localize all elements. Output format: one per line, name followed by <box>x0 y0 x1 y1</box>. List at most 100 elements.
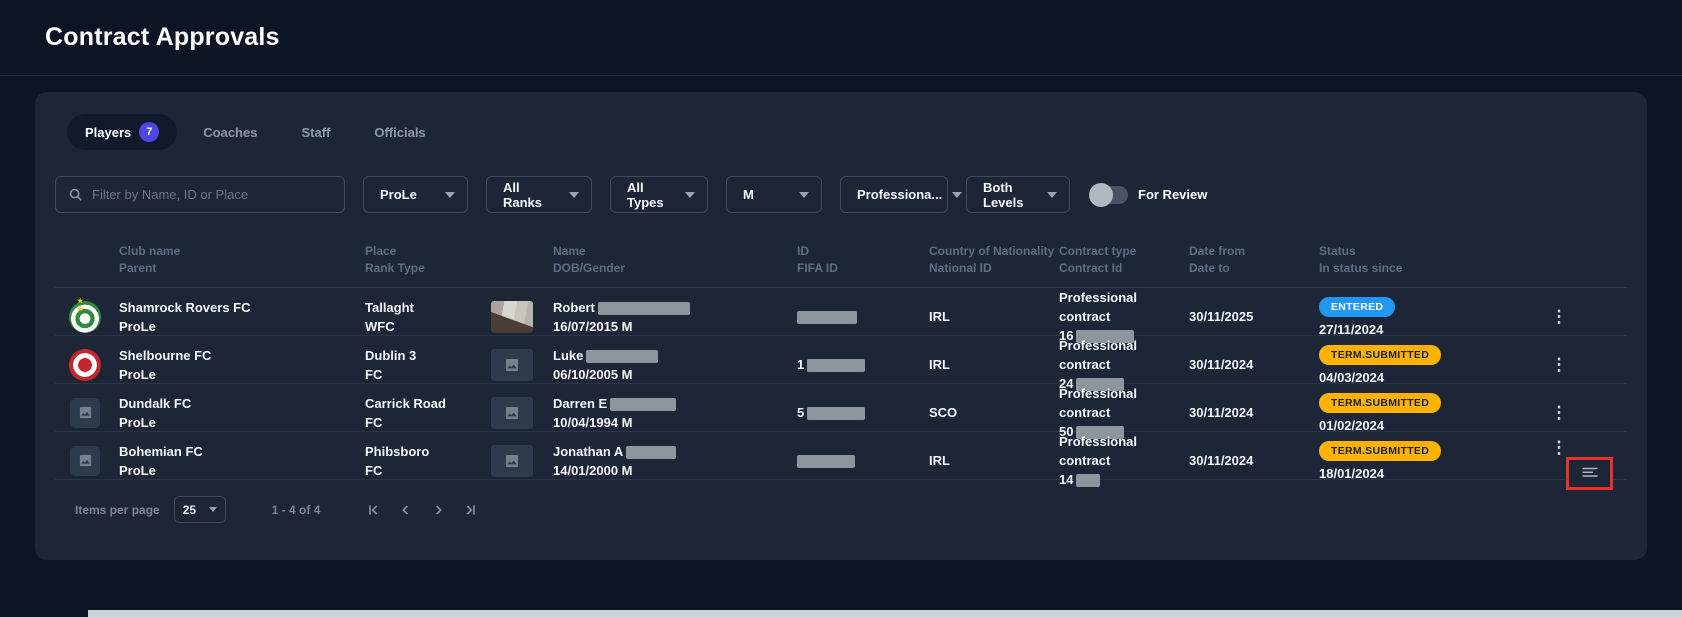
items-per-page-select[interactable]: 25 <box>174 496 226 523</box>
col-club: Club nameParent <box>119 243 365 277</box>
table-row[interactable]: Bohemian FCProLe PhibsboroFC Jonathan A 1… <box>55 432 1627 480</box>
table-row[interactable]: Shelbourne FCProLe Dublin 3FC Luke06/10/… <box>55 336 1627 384</box>
shamrock-rovers-crest <box>69 301 101 333</box>
place: Carrick Road <box>365 394 491 413</box>
row-menu-icon[interactable]: ⋮ <box>1551 356 1568 373</box>
tab-players-label: Players <box>85 125 131 140</box>
redaction-box <box>1076 474 1100 487</box>
ranks-dropdown[interactable]: All Ranks <box>486 176 592 213</box>
tab-staff[interactable]: Staff <box>283 117 348 148</box>
items-per-page-value: 25 <box>183 503 196 517</box>
for-review-toggle[interactable] <box>1090 186 1128 204</box>
pagination-range: 1 - 4 of 4 <box>272 503 321 517</box>
dob-gender: 16/07/2015 M <box>553 317 797 336</box>
redaction-box <box>610 398 676 411</box>
rank-type: FC <box>365 365 491 384</box>
redaction-box <box>598 302 690 315</box>
pagination-bar: Items per page 25 1 - 4 of 4 <box>75 496 1627 523</box>
rank-type: FC <box>365 461 491 480</box>
parent-league: ProLe <box>119 413 365 432</box>
club-name: Bohemian FC <box>119 442 365 461</box>
dob-gender: 10/04/1994 M <box>553 413 797 432</box>
last-page-icon[interactable] <box>462 502 478 518</box>
tab-officials[interactable]: Officials <box>356 117 443 148</box>
tab-officials-label: Officials <box>374 125 425 140</box>
col-id: IDFIFA ID <box>797 243 929 277</box>
table-row[interactable]: Shamrock Rovers FCProLe TallaghtWFC Robe… <box>55 288 1627 336</box>
tab-coaches[interactable]: Coaches <box>185 117 275 148</box>
club-name: Dundalk FC <box>119 394 365 413</box>
annotation-highlight-box[interactable] <box>1566 457 1613 490</box>
rank-type: FC <box>365 413 491 432</box>
ranks-dropdown-value: All Ranks <box>503 180 559 210</box>
tab-players[interactable]: Players 7 <box>67 114 177 150</box>
search-input[interactable] <box>92 187 332 202</box>
date-from: 30/11/2024 <box>1189 453 1319 468</box>
items-per-page-label: Items per page <box>75 503 160 517</box>
photo-placeholder-icon <box>491 445 533 477</box>
page-title: Contract Approvals <box>45 23 280 52</box>
chevron-down-icon <box>569 192 579 198</box>
place: Phibsboro <box>365 442 491 461</box>
table-header: Club nameParent PlaceRank Type NameDOB/G… <box>55 243 1627 288</box>
types-dropdown[interactable]: All Types <box>610 176 708 213</box>
table-row[interactable]: Dundalk FCProLe Carrick RoadFC Darren E 1… <box>55 384 1627 432</box>
date-from: 30/11/2024 <box>1189 405 1319 420</box>
levels-dropdown-value: Both Levels <box>983 180 1037 210</box>
notes-icon[interactable] <box>1581 466 1599 480</box>
types-dropdown-value: All Types <box>627 180 675 210</box>
chevron-down-icon <box>952 192 962 198</box>
club-placeholder-icon <box>70 398 100 428</box>
dob-gender: 14/01/2000 M <box>553 461 797 480</box>
levels-dropdown[interactable]: Both Levels <box>966 176 1070 213</box>
col-name: NameDOB/Gender <box>553 243 797 277</box>
shelbourne-crest <box>69 349 101 381</box>
row-menu-icon[interactable]: ⋮ <box>1551 308 1568 325</box>
parent-league: ProLe <box>119 317 365 336</box>
contract-type: Professional contract <box>1059 288 1189 326</box>
fifa-id: 1 <box>797 357 804 372</box>
chevron-down-icon <box>799 192 809 198</box>
gender-dropdown[interactable]: M <box>726 176 822 213</box>
country: SCO <box>929 405 1059 420</box>
col-country: Country of NationalityNational ID <box>929 243 1059 277</box>
club-placeholder-icon <box>70 446 100 476</box>
player-name: Darren E <box>553 396 607 411</box>
redaction-box <box>807 407 865 420</box>
for-review-label: For Review <box>1138 187 1207 202</box>
player-name: Luke <box>553 348 583 363</box>
row-menu-icon[interactable]: ⋮ <box>1551 404 1568 421</box>
search-box[interactable] <box>55 176 345 213</box>
for-review-toggle-wrap: For Review <box>1090 186 1207 204</box>
player-name: Robert <box>553 300 595 315</box>
bottom-scroll-strip <box>88 610 1682 617</box>
gender-dropdown-value: M <box>743 187 754 202</box>
contract-type-dropdown-value: Professiona... <box>857 187 942 202</box>
rank-type: WFC <box>365 317 491 336</box>
next-page-icon[interactable] <box>430 502 446 518</box>
col-status: StatusIn status since <box>1319 243 1491 277</box>
contract-type: Professional contract <box>1059 384 1189 422</box>
status-badge: TERM.SUBMITTED <box>1319 393 1441 413</box>
filter-bar: ProLe All Ranks All Types M Professiona.… <box>55 176 1627 213</box>
prev-page-icon[interactable] <box>398 502 414 518</box>
tab-coaches-label: Coaches <box>203 125 257 140</box>
col-place: PlaceRank Type <box>365 243 491 277</box>
country: IRL <box>929 453 1059 468</box>
player-name: Jonathan A <box>553 444 623 459</box>
first-page-icon[interactable] <box>366 502 382 518</box>
redaction-box <box>807 359 865 372</box>
player-photo <box>491 301 533 333</box>
contract-id: 14 <box>1059 472 1073 487</box>
toggle-knob <box>1089 183 1113 207</box>
row-menu-icon[interactable]: ⋮ <box>1551 439 1568 456</box>
league-dropdown[interactable]: ProLe <box>363 176 468 213</box>
top-bar: Contract Approvals <box>0 0 1682 76</box>
contract-type: Professional contract <box>1059 432 1189 470</box>
parent-league: ProLe <box>119 461 365 480</box>
fifa-id: 5 <box>797 405 804 420</box>
contract-type-dropdown[interactable]: Professiona... <box>840 176 948 213</box>
players-count-badge: 7 <box>139 122 159 142</box>
redaction-box <box>626 446 676 459</box>
country: IRL <box>929 357 1059 372</box>
